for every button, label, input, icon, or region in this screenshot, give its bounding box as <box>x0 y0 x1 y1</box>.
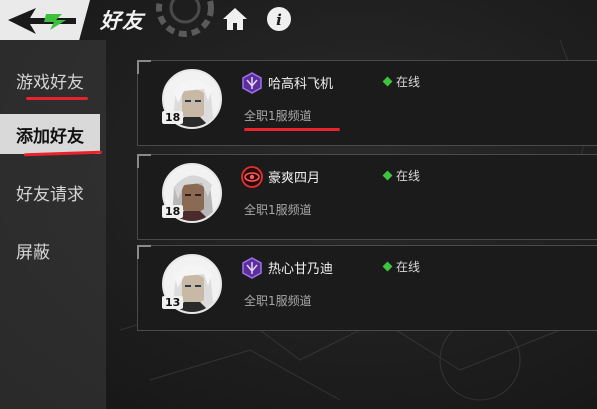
sidebar-item-label: 好友请求 <box>16 185 84 205</box>
channel-label: 全职1服频道 <box>244 109 312 123</box>
friend-card[interactable]: 18 豪爽四月 在线 全职1服频道 <box>137 154 597 240</box>
online-status: 在线 <box>382 73 420 90</box>
online-dot-icon <box>382 76 393 87</box>
underline-mark <box>26 97 88 100</box>
top-bar: 好友 i <box>0 0 597 40</box>
friend-name: 豪爽四月 <box>268 171 321 186</box>
sidebar: 游戏好友 添加好友 好友请求 屏蔽 <box>0 40 106 409</box>
sidebar-item-label: 游戏好友 <box>16 73 84 93</box>
red-eye-rank-icon <box>241 166 263 188</box>
info-icon[interactable]: i <box>266 6 292 32</box>
sidebar-item-friend-requests[interactable]: 好友请求 <box>0 172 106 212</box>
online-status: 在线 <box>382 258 420 275</box>
back-button[interactable] <box>0 0 90 40</box>
purple-rank-icon <box>242 72 262 94</box>
channel-label: 全职1服频道 <box>244 294 312 308</box>
sidebar-item-label: 屏蔽 <box>16 243 50 263</box>
level-badge: 13 <box>162 296 184 309</box>
sidebar-item-game-friends[interactable]: 游戏好友 <box>0 60 106 100</box>
friend-card[interactable]: 18 哈高科飞机 在线 全职1服频道 <box>137 60 597 146</box>
friend-name: 热心甘乃迪 <box>268 262 334 277</box>
sidebar-item-label: 添加好友 <box>16 127 84 147</box>
purple-rank-icon <box>242 257 262 279</box>
page-title: 好友 <box>100 9 144 33</box>
sidebar-item-blocked[interactable]: 屏蔽 <box>0 230 106 270</box>
friend-card[interactable]: 13 热心甘乃迪 在线 全职1服频道 <box>137 245 597 331</box>
level-badge: 18 <box>162 205 184 218</box>
underline-mark <box>244 128 340 131</box>
home-icon[interactable] <box>222 6 248 32</box>
svg-text:i: i <box>276 11 282 29</box>
online-dot-icon <box>382 170 393 181</box>
channel-label: 全职1服频道 <box>244 203 312 217</box>
online-dot-icon <box>382 261 393 272</box>
level-badge: 18 <box>162 111 184 124</box>
gear-decoration-icon <box>156 0 214 37</box>
back-arrow-icon <box>8 8 76 34</box>
online-status: 在线 <box>382 167 420 184</box>
sidebar-item-add-friend[interactable]: 添加好友 <box>0 114 100 154</box>
friend-name: 哈高科飞机 <box>268 77 334 92</box>
